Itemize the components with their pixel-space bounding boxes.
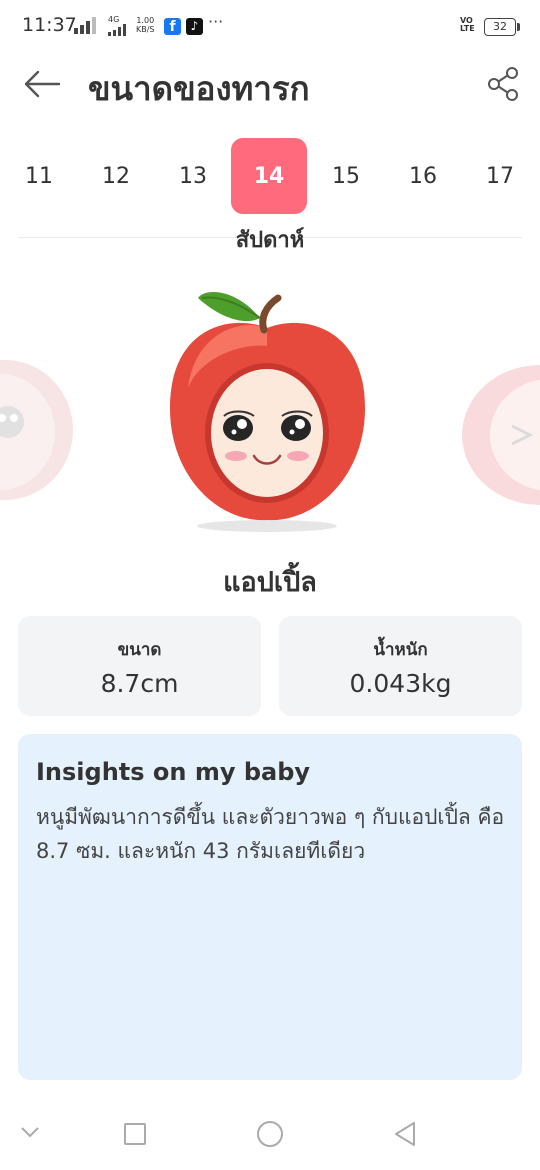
weight-card: น้ำหนัก 0.043kg — [279, 616, 522, 716]
more-notifications-icon: ··· — [208, 12, 224, 31]
week-item[interactable]: 12 — [78, 138, 154, 214]
weight-value: 0.043kg — [349, 669, 452, 698]
week-item[interactable]: 13 — [155, 138, 231, 214]
peach-character-icon[interactable] — [460, 340, 540, 520]
network-type: 4G — [108, 16, 130, 38]
signal-icon — [74, 17, 96, 34]
tiktok-icon: ♪ — [186, 18, 203, 35]
size-card: ขนาด 8.7cm — [18, 616, 261, 716]
arrow-left-icon[interactable] — [22, 66, 62, 102]
volte-indicator: VO LTE — [460, 16, 475, 33]
status-bar: 11:37 4G 1.00 KB/S f ♪ ··· VO LTE 32 — [0, 0, 540, 54]
week-unit-label: สัปดาห์ — [235, 228, 305, 253]
fruit-name: แอปเปิ้ล — [223, 567, 317, 598]
page-title: ขนาดของทารก — [88, 69, 310, 108]
back-triangle-icon[interactable] — [392, 1120, 418, 1148]
signal-2-icon — [108, 24, 126, 36]
size-label: ขนาด — [117, 640, 162, 660]
weight-label: น้ำหนัก — [373, 640, 428, 660]
network-speed: 1.00 KB/S — [136, 16, 155, 34]
share-icon[interactable] — [486, 66, 522, 102]
home-circle-icon[interactable] — [256, 1120, 284, 1148]
week-item[interactable]: 17 — [462, 138, 538, 214]
battery-icon: 32 — [484, 18, 520, 36]
week-item[interactable]: 11 — [1, 138, 77, 214]
facebook-icon: f — [164, 18, 181, 35]
status-time: 11:37 — [22, 14, 77, 36]
week-item[interactable]: 15 — [308, 138, 384, 214]
fruit-carousel[interactable] — [0, 270, 540, 540]
apple-character-icon[interactable] — [160, 288, 375, 538]
system-nav-bar — [0, 1098, 540, 1170]
week-item[interactable]: 16 — [385, 138, 461, 214]
recents-square-icon[interactable] — [123, 1122, 147, 1146]
onion-character-icon[interactable] — [0, 340, 80, 520]
week-item-selected[interactable]: 14 — [231, 138, 307, 214]
week-selector: 11 12 13 14 15 16 17 — [0, 138, 540, 214]
insights-title: Insights on my baby — [36, 758, 311, 786]
chevron-down-icon[interactable] — [20, 1126, 40, 1138]
size-value: 8.7cm — [100, 669, 179, 698]
insights-panel: Insights on my baby หนูมีพัฒนาการดีขึ้น … — [18, 734, 522, 1080]
insights-body: หนูมีพัฒนาการดีขึ้น และตัวยาวพอ ๆ กับแอป… — [36, 805, 505, 863]
